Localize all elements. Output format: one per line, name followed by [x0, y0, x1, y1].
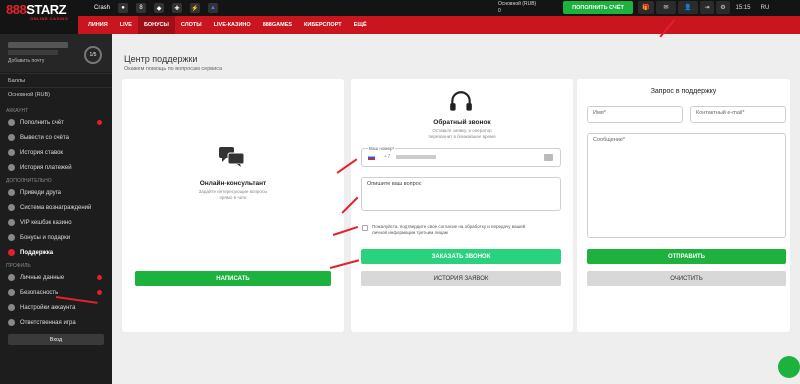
sidebar-item-personal-data[interactable]: Личные данные [0, 270, 112, 285]
balance-display[interactable]: Основной (RUB) 0 [498, 1, 536, 15]
alert-dot [97, 120, 102, 125]
balance-row: Основной (RUB) [0, 87, 112, 101]
vip-icon [8, 219, 15, 226]
balance-row: Баллы [0, 73, 112, 87]
language-select[interactable]: RU [756, 1, 774, 14]
clock-time: 15:15 [732, 1, 754, 14]
crash-link[interactable]: Crash [94, 5, 110, 11]
responsible-icon [8, 319, 15, 326]
nav-item[interactable]: LIVE-КАЗИНО [208, 16, 257, 34]
game-icon[interactable]: ▲ [208, 3, 219, 13]
message-field[interactable]: Сообщение* [587, 133, 786, 238]
headset-icon [450, 91, 472, 111]
support-icon [8, 249, 15, 256]
sidebar-item-vip-cashback[interactable]: VIP кешбэк казино [0, 215, 112, 230]
user-icon[interactable]: 👤 [678, 1, 698, 14]
consent-text: Пожалуйста, подтвердите свое согласие на… [372, 224, 526, 235]
wallet-icon [8, 119, 15, 126]
write-button[interactable]: НАПИСАТЬ [135, 271, 331, 286]
user-name [8, 42, 68, 48]
question-field[interactable]: Опишите ваш вопрос [361, 177, 561, 211]
phone-prefix: +7 [384, 154, 391, 160]
section-label: ПРОФИЛЬ [6, 263, 31, 269]
user-id [8, 50, 58, 55]
page-subtitle: Окажем помощь по вопросам сервиса [124, 66, 223, 72]
withdraw-icon [8, 134, 15, 141]
nav-item[interactable]: LIVE [114, 16, 138, 34]
top-right-controls: 🎁 ✉ 👤 ⇥ ⚙ 15:15 RU [638, 1, 774, 14]
sidebar-item-bonuses[interactable]: Бонусы и подарки [0, 230, 112, 245]
phone-value [396, 155, 436, 159]
nav-item[interactable]: 888GAMES [257, 16, 298, 34]
sidebar: Добавить почту 1/5 Баллы Основной (RUB) … [0, 34, 112, 384]
sidebar-item-bet-history[interactable]: История ставок [0, 145, 112, 160]
game-icon[interactable]: ◆ [154, 3, 165, 13]
game-icon[interactable]: 8 [136, 3, 147, 13]
alert-dot [97, 275, 102, 280]
deposit-button[interactable]: ПОПОЛНИТЬ СЧЁТ [563, 1, 633, 14]
clear-button[interactable]: ОЧИСТИТЬ [587, 271, 786, 286]
sidebar-item-withdraw[interactable]: Вывести со счёта [0, 130, 112, 145]
friend-icon [8, 189, 15, 196]
online-chat-card: Онлайн-консультант Задайте интересующие … [122, 79, 344, 332]
shield-icon [8, 289, 15, 296]
contacts-icon[interactable] [544, 154, 553, 161]
sidebar-item-referral[interactable]: Приведи друга [0, 185, 112, 200]
page-title: Центр поддержки [124, 54, 198, 64]
callback-card: Обратный звонок Оставьте заявку, и опера… [351, 79, 573, 332]
gear-icon [8, 304, 15, 311]
nav-item[interactable]: СЛОТЫ [175, 16, 208, 34]
chat-icon [219, 147, 245, 167]
nav-item[interactable]: ЛИНИЯ [82, 16, 114, 34]
alert-dot [97, 290, 102, 295]
request-history-button[interactable]: ИСТОРИЯ ЗАЯВОК [361, 271, 561, 286]
sidebar-item-responsible[interactable]: Ответственная игра [0, 315, 112, 330]
brand-logo[interactable]: 888STARZ ONLINE CASINO [6, 2, 70, 21]
sidebar-item-deposit[interactable]: Пополнить счёт [0, 115, 112, 130]
flag-icon[interactable] [368, 155, 375, 160]
sidebar-item-security[interactable]: Безопасность [0, 285, 112, 300]
callback-title: Обратный звонок [433, 119, 491, 126]
consent-checkbox[interactable] [362, 225, 368, 231]
sidebar-item-rewards[interactable]: Система вознаграждений [0, 200, 112, 215]
gift-icon [8, 234, 15, 241]
nav-item[interactable]: ЕЩЁ [348, 16, 373, 34]
mail-icon[interactable]: ✉ [656, 1, 676, 14]
online-title: Онлайн-консультант [199, 180, 267, 187]
support-request-card: Запрос в поддержку Имя* Контактный e-mai… [577, 79, 790, 332]
game-icon[interactable]: ● [118, 3, 129, 13]
online-subtitle: Задайте интересующие вопросы прямо в чате [198, 189, 268, 200]
send-button[interactable]: ОТПРАВИТЬ [587, 249, 786, 264]
callback-subtitle: Оставьте заявку, и оператор перезвонит в … [428, 128, 496, 139]
nav-item[interactable]: БОНУСЫ [137, 16, 175, 34]
email-field[interactable]: Контактный e-mail* [690, 106, 786, 123]
logout-icon[interactable]: ⇥ [700, 1, 714, 14]
section-label: АККАУНТ [6, 108, 29, 114]
profile-card: Добавить почту 1/5 [0, 34, 112, 72]
top-quick-icons: Crash ● 8 ◆ ✚ ⚡ ▲ [76, 3, 219, 13]
main-content: Центр поддержки Окажем помощь по вопроса… [112, 19, 800, 384]
gift-icon[interactable]: 🎁 [638, 1, 654, 14]
payments-icon [8, 164, 15, 171]
game-icon[interactable]: ⚡ [190, 3, 201, 13]
main-nav: ЛИНИЯ LIVE БОНУСЫ СЛОТЫ LIVE-КАЗИНО 888G… [78, 16, 800, 34]
section-label: ДОПОЛНИТЕЛЬНО [6, 178, 52, 184]
add-email-link[interactable]: Добавить почту [8, 58, 44, 64]
name-field[interactable]: Имя* [587, 106, 683, 123]
chat-bubble-button[interactable] [778, 356, 800, 378]
user-icon [8, 274, 15, 281]
nav-item[interactable]: КИБЕРСПОРТ [298, 16, 348, 34]
reward-icon [8, 204, 15, 211]
settings-icon[interactable]: ⚙ [716, 1, 730, 14]
request-title: Запрос в поддержку [650, 88, 717, 95]
back-button[interactable]: Вход [8, 334, 104, 345]
sidebar-item-support[interactable]: Поддержка [0, 245, 112, 260]
sidebar-item-payment-history[interactable]: История платежей [0, 160, 112, 175]
phone-field[interactable]: Ваш номер* +7 [361, 146, 561, 167]
level-ring: 1/5 [84, 46, 102, 64]
order-call-button[interactable]: ЗАКАЗАТЬ ЗВОНОК [361, 249, 561, 264]
history-icon [8, 149, 15, 156]
game-icon[interactable]: ✚ [172, 3, 183, 13]
